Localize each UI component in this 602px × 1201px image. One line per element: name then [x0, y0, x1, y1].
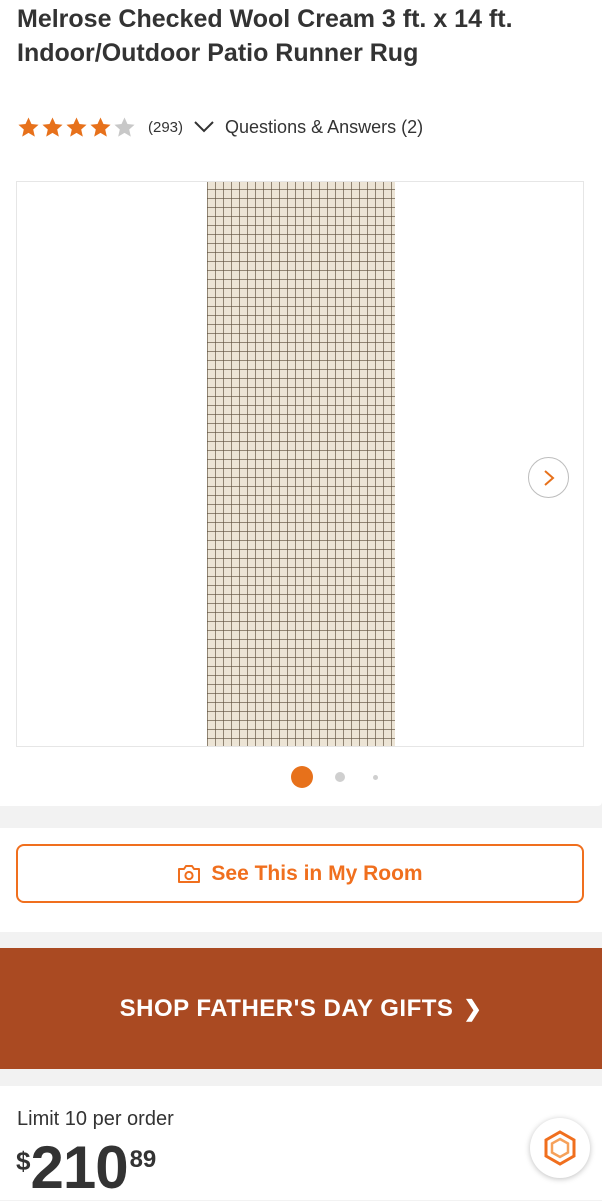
see-in-room-label: See This in My Room [211, 861, 423, 885]
star-filled-icon [90, 116, 111, 137]
pagination-dot-active[interactable] [291, 766, 313, 788]
order-limit-text: Limit 10 per order [17, 1108, 174, 1130]
product-header-card: Melrose Checked Wool Cream 3 ft. x 14 ft… [0, 0, 602, 806]
fathers-day-promo-banner[interactable]: SHOP FATHER'S DAY GIFTS ❯ [0, 948, 602, 1069]
gallery-pagination [0, 766, 602, 788]
star-rating[interactable] [17, 116, 136, 139]
product-image-rug[interactable] [207, 182, 395, 746]
price-currency: $ [16, 1146, 31, 1176]
pagination-dot[interactable] [373, 775, 378, 780]
chevron-right-icon: ❯ [463, 995, 483, 1021]
chevron-down-icon[interactable] [193, 120, 215, 134]
price-dollars: 210 [30, 1134, 128, 1201]
star-filled-icon [42, 116, 63, 137]
room-view-card: See This in My Room [0, 828, 602, 932]
chevron-right-icon [543, 469, 555, 486]
camera-icon [178, 864, 201, 883]
pagination-dot[interactable] [335, 772, 345, 782]
hexagon-logo-icon [544, 1130, 576, 1166]
star-filled-icon [18, 116, 39, 137]
chat-help-button[interactable] [530, 1118, 590, 1178]
see-in-room-button[interactable]: See This in My Room [16, 844, 584, 903]
star-filled-icon [66, 116, 87, 137]
gallery-next-button[interactable] [528, 457, 569, 498]
promo-banner-text: SHOP FATHER'S DAY GIFTS [119, 994, 454, 1022]
price-card: Limit 10 per order $ 210 89 [0, 1086, 602, 1200]
questions-answers-link[interactable]: Questions & Answers (2) [225, 117, 423, 138]
rating-row[interactable]: (293) Questions & Answers (2) [17, 114, 423, 140]
star-empty-icon [114, 116, 135, 137]
product-image-gallery[interactable] [16, 181, 584, 747]
product-title: Melrose Checked Wool Cream 3 ft. x 14 ft… [17, 5, 513, 67]
review-count[interactable]: (293) [148, 119, 183, 136]
product-price: $ 210 89 [16, 1138, 156, 1198]
price-cents: 89 [129, 1146, 157, 1173]
